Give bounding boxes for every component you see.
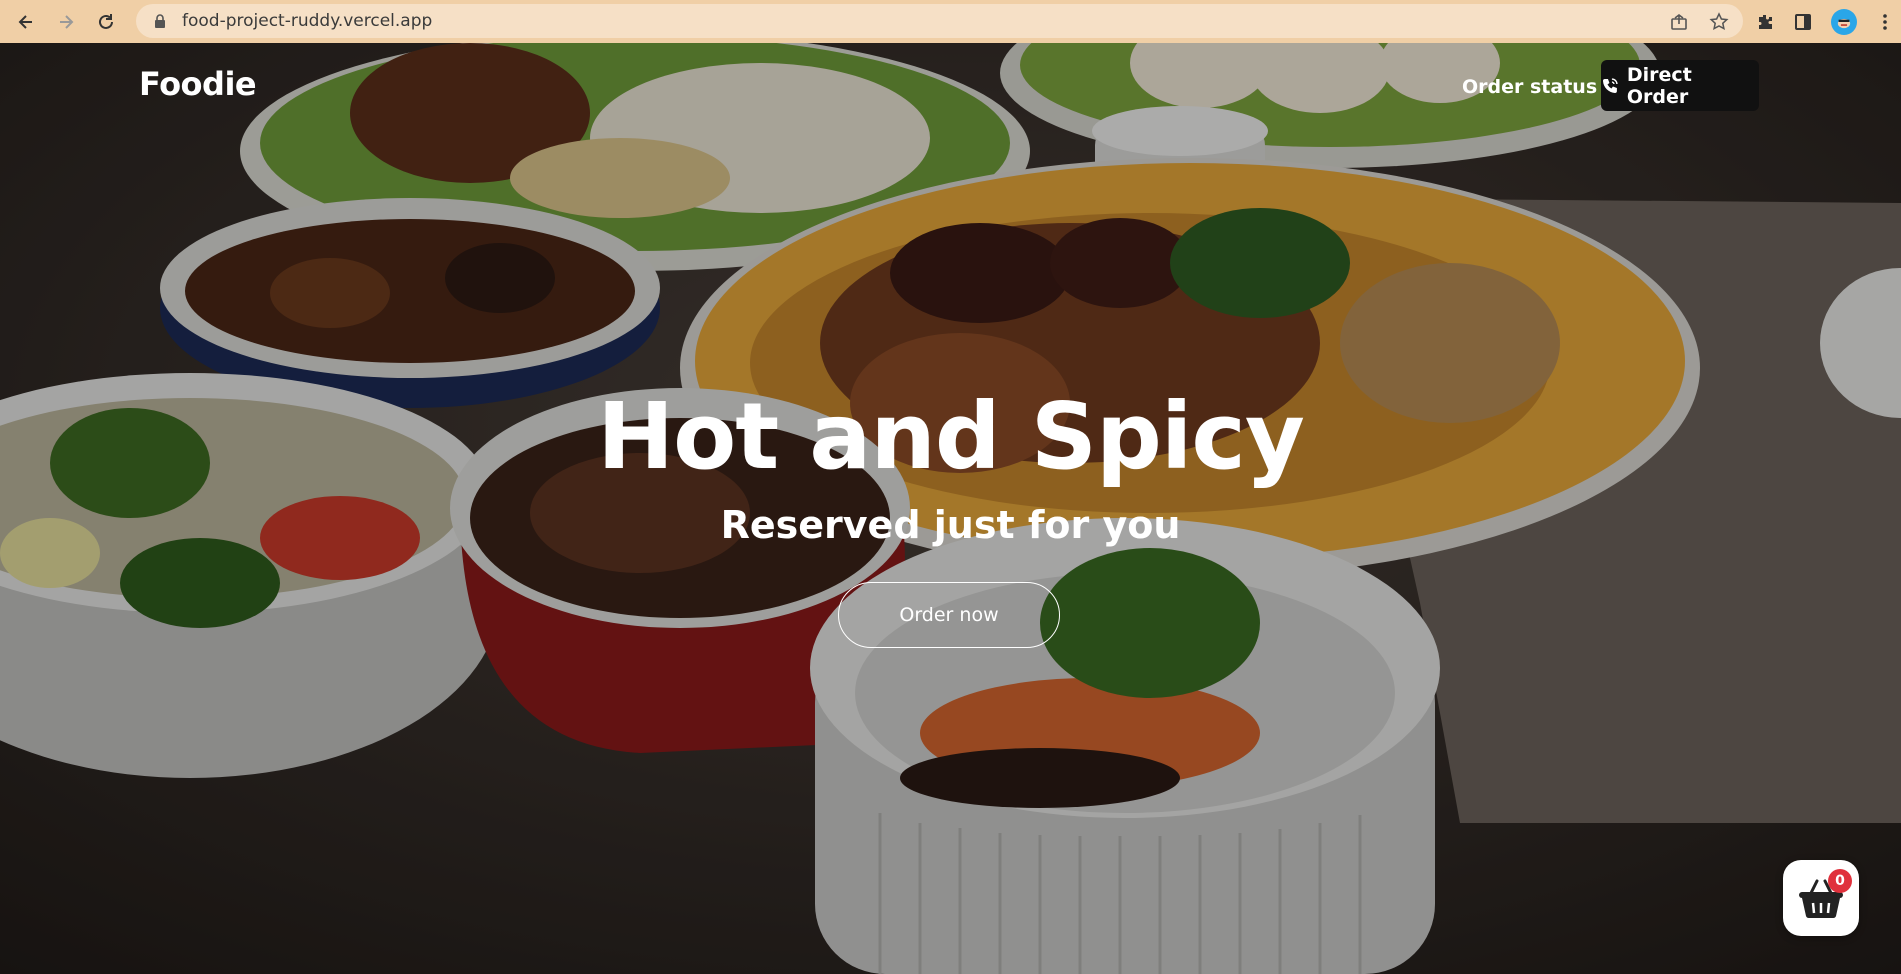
lock-icon <box>155 14 165 28</box>
address-bar[interactable]: food-project-ruddy.vercel.app <box>136 4 1743 38</box>
order-status-link[interactable]: Order status <box>1462 76 1597 98</box>
browser-toolbar: food-project-ruddy.vercel.app <box>0 0 1901 43</box>
hero-section: Foodie Order status Direct Order Hot and… <box>0 43 1901 974</box>
back-arrow-icon <box>18 14 32 29</box>
direct-order-label: Direct Order <box>1626 63 1692 108</box>
direct-order-button[interactable]: Direct Order <box>1601 60 1759 111</box>
reload-button[interactable] <box>86 0 126 43</box>
back-button[interactable] <box>6 0 46 43</box>
kebab-menu-icon[interactable] <box>1875 12 1895 32</box>
star-icon[interactable] <box>1709 12 1729 32</box>
sidepanel-icon[interactable] <box>1793 12 1813 32</box>
phone-icon <box>1602 77 1618 93</box>
hero-title: Hot and Spicy <box>597 383 1305 490</box>
forward-arrow-icon <box>60 14 74 29</box>
cart-button[interactable]: 0 <box>1783 860 1859 936</box>
url-text: food-project-ruddy.vercel.app <box>182 11 433 31</box>
site-logo[interactable]: Foodie <box>139 65 257 103</box>
extensions-icon[interactable] <box>1755 12 1775 32</box>
cart-count-badge: 0 <box>1828 869 1852 893</box>
reload-icon <box>99 13 113 29</box>
avatar-face-icon <box>1834 11 1854 32</box>
profile-avatar[interactable] <box>1831 8 1857 35</box>
forward-button[interactable] <box>46 0 86 43</box>
order-now-button[interactable]: Order now <box>838 582 1060 648</box>
share-icon[interactable] <box>1669 12 1689 32</box>
hero-subtitle: Reserved just for you <box>720 503 1181 547</box>
